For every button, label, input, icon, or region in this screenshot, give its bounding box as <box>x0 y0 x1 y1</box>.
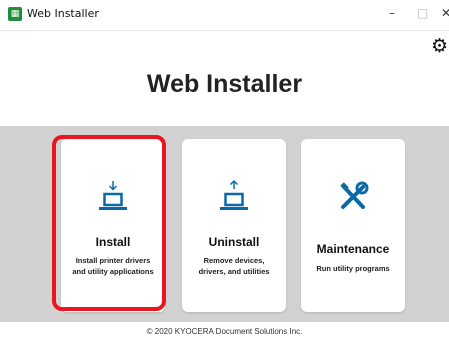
installer-window: ▦ Web Installer – □ ✕ ⚙ Web Installer In… <box>0 0 449 338</box>
selection-highlight <box>52 135 166 311</box>
maintenance-desc-line1: Run utility programs <box>316 264 390 273</box>
uninstall-card[interactable]: Uninstall Remove devices, drivers, and u… <box>182 139 286 312</box>
copyright-text: © 2020 KYOCERA Document Solutions Inc. <box>146 327 303 336</box>
page-title: Web Installer <box>146 70 303 98</box>
uninstall-desc-line2: drivers, and utilities <box>198 267 270 276</box>
uninstall-title: Uninstall <box>208 235 260 249</box>
maintenance-title: Maintenance <box>316 242 390 256</box>
tools-icon <box>301 179 405 213</box>
uninstall-desc-line1: Remove devices, <box>203 256 265 265</box>
gear-icon[interactable]: ⚙ <box>431 36 449 56</box>
upload-laptop-icon <box>182 179 286 213</box>
window-title: Web Installer <box>27 7 99 20</box>
title-bar: ▦ Web Installer – □ ✕ <box>0 0 449 31</box>
maximize-button[interactable]: □ <box>417 6 428 20</box>
close-button[interactable]: ✕ <box>441 6 449 20</box>
app-icon: ▦ <box>8 7 22 21</box>
minimize-button[interactable]: – <box>389 6 395 20</box>
maintenance-card[interactable]: Maintenance Run utility programs <box>301 139 405 312</box>
